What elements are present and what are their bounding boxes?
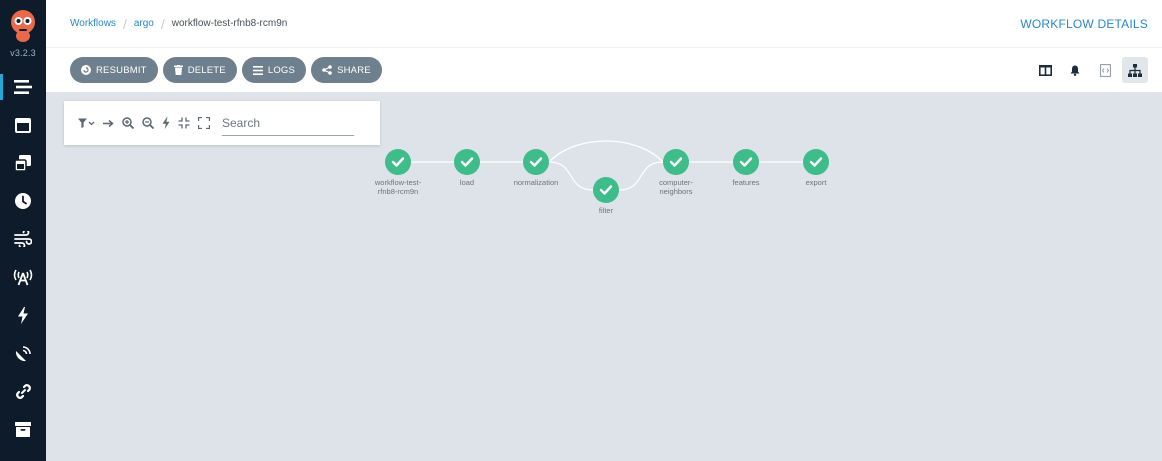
split-view-toggle[interactable] [1032, 57, 1058, 83]
zoom-out-icon [142, 117, 154, 129]
node-status-circle [803, 149, 829, 175]
sidebar-item-event-bus[interactable] [0, 336, 46, 370]
redo-circle-icon [81, 65, 91, 75]
file-code-icon [1099, 63, 1111, 77]
bolt-icon [18, 306, 28, 324]
delete-label: DELETE [187, 64, 226, 76]
wind-icon [14, 231, 32, 247]
satellite-dish-icon [15, 345, 31, 361]
bars-icon [252, 65, 263, 75]
graph-node-normalization[interactable]: normalization [514, 149, 559, 187]
graph-canvas[interactable]: workflow-test-rfnb8-rcm9n load normalizati… [46, 92, 1162, 461]
clock-icon [15, 193, 31, 209]
graph-node-root[interactable]: workflow-test-rfnb8-rcm9n [374, 149, 422, 196]
stream-icon [14, 80, 32, 94]
link-icon [15, 383, 31, 399]
node-label: features [732, 178, 759, 187]
sidebar-item-links[interactable] [0, 374, 46, 408]
collapse-toggle[interactable] [178, 117, 190, 129]
graph-options-panel [64, 101, 380, 145]
filter-dropdown[interactable] [78, 118, 95, 129]
sitemap-icon [1128, 63, 1142, 77]
fast-render-toggle[interactable] [162, 117, 170, 129]
breadcrumb-separator: / [122, 15, 127, 32]
share-label: SHARE [337, 64, 371, 76]
sidebar-item-event-sources[interactable] [0, 260, 46, 294]
breadcrumb-separator: / [160, 15, 165, 32]
share-icon [322, 65, 332, 75]
delete-button[interactable]: DELETE [162, 57, 237, 83]
columns-icon [1038, 64, 1052, 76]
node-label: export [806, 178, 828, 187]
graph-view-toggle[interactable] [1122, 57, 1148, 83]
node-status-circle [733, 149, 759, 175]
breadcrumb-workflows[interactable]: Workflows [70, 18, 116, 29]
resubmit-button[interactable]: RESUBMIT [70, 57, 158, 83]
workflow-graph: workflow-test-rfnb8-rcm9n load normalizati… [374, 140, 829, 215]
logs-button[interactable]: LOGS [241, 57, 307, 83]
share-button[interactable]: SHARE [311, 57, 382, 83]
action-toolbar: RESUBMIT DELETE LOGS SHARE [46, 48, 1162, 92]
graph-search-input[interactable] [222, 110, 354, 136]
resubmit-label: RESUBMIT [96, 64, 147, 76]
graph-edge [548, 140, 664, 163]
expand-toggle[interactable] [198, 117, 210, 129]
sidebar-item-archived-workflows[interactable] [0, 412, 46, 446]
sidebar: v3.2.3 [0, 0, 46, 461]
graph-node-computer-neighbors[interactable]: computer-neighbors [659, 149, 693, 196]
node-label: neighbors [660, 187, 693, 196]
compress-icon [178, 117, 190, 129]
node-label: workflow-test- [374, 178, 422, 187]
zoom-in-button[interactable] [122, 117, 134, 129]
clone-icon [15, 155, 31, 171]
horizontal-layout-toggle[interactable] [103, 119, 114, 128]
bell-icon [1070, 65, 1080, 76]
logs-label: LOGS [267, 64, 296, 76]
zoom-in-icon [122, 117, 134, 129]
sidebar-item-workflow-templates[interactable] [0, 108, 46, 142]
breadcrumb-namespace[interactable]: argo [134, 18, 154, 29]
node-status-circle [663, 149, 689, 175]
node-status-circle [454, 149, 480, 175]
zoom-out-button[interactable] [142, 117, 154, 129]
action-buttons: RESUBMIT DELETE LOGS SHARE [70, 57, 382, 83]
node-label: normalization [514, 178, 559, 187]
sidebar-item-cluster-workflow-templates[interactable] [0, 146, 46, 180]
view-toggles [1032, 57, 1148, 83]
sidebar-item-cron-workflows[interactable] [0, 184, 46, 218]
breadcrumb-current: workflow-test-rfnb8-rcm9n [171, 18, 288, 29]
filter-icon [78, 118, 95, 128]
graph-edge [618, 161, 664, 191]
yaml-toggle[interactable] [1092, 57, 1118, 83]
node-label: computer- [659, 178, 693, 187]
arrow-right-icon [103, 119, 114, 127]
trash-icon [173, 65, 183, 75]
graph-node-filter[interactable]: filter [593, 177, 619, 215]
graph-node-features[interactable]: features [732, 149, 760, 187]
sidebar-item-workflows[interactable] [0, 70, 46, 104]
node-status-circle [385, 149, 411, 175]
window-icon [15, 117, 31, 133]
graph-node-load[interactable]: load [454, 149, 480, 187]
argo-logo-icon[interactable] [8, 9, 38, 43]
page-title: WORKFLOW DETAILS [1020, 16, 1148, 31]
node-label: load [460, 178, 474, 187]
breadcrumb: Workflows / argo / workflow-test-rfnb8-r… [70, 16, 287, 32]
node-status-circle [523, 149, 549, 175]
top-bar: Workflows / argo / workflow-test-rfnb8-r… [46, 0, 1162, 48]
node-status-circle [593, 177, 619, 203]
sidebar-item-event-flow[interactable] [0, 222, 46, 256]
graph-node-export[interactable]: export [803, 149, 829, 187]
broadcast-tower-icon [13, 269, 33, 286]
bolt-icon [162, 117, 170, 129]
node-label: filter [599, 206, 614, 215]
app-version: v3.2.3 [10, 48, 36, 58]
expand-icon [198, 117, 210, 129]
node-label: rfnb8-rcm9n [378, 187, 418, 196]
events-toggle[interactable] [1062, 57, 1088, 83]
sidebar-item-sensors[interactable] [0, 298, 46, 332]
archive-icon [15, 421, 31, 437]
